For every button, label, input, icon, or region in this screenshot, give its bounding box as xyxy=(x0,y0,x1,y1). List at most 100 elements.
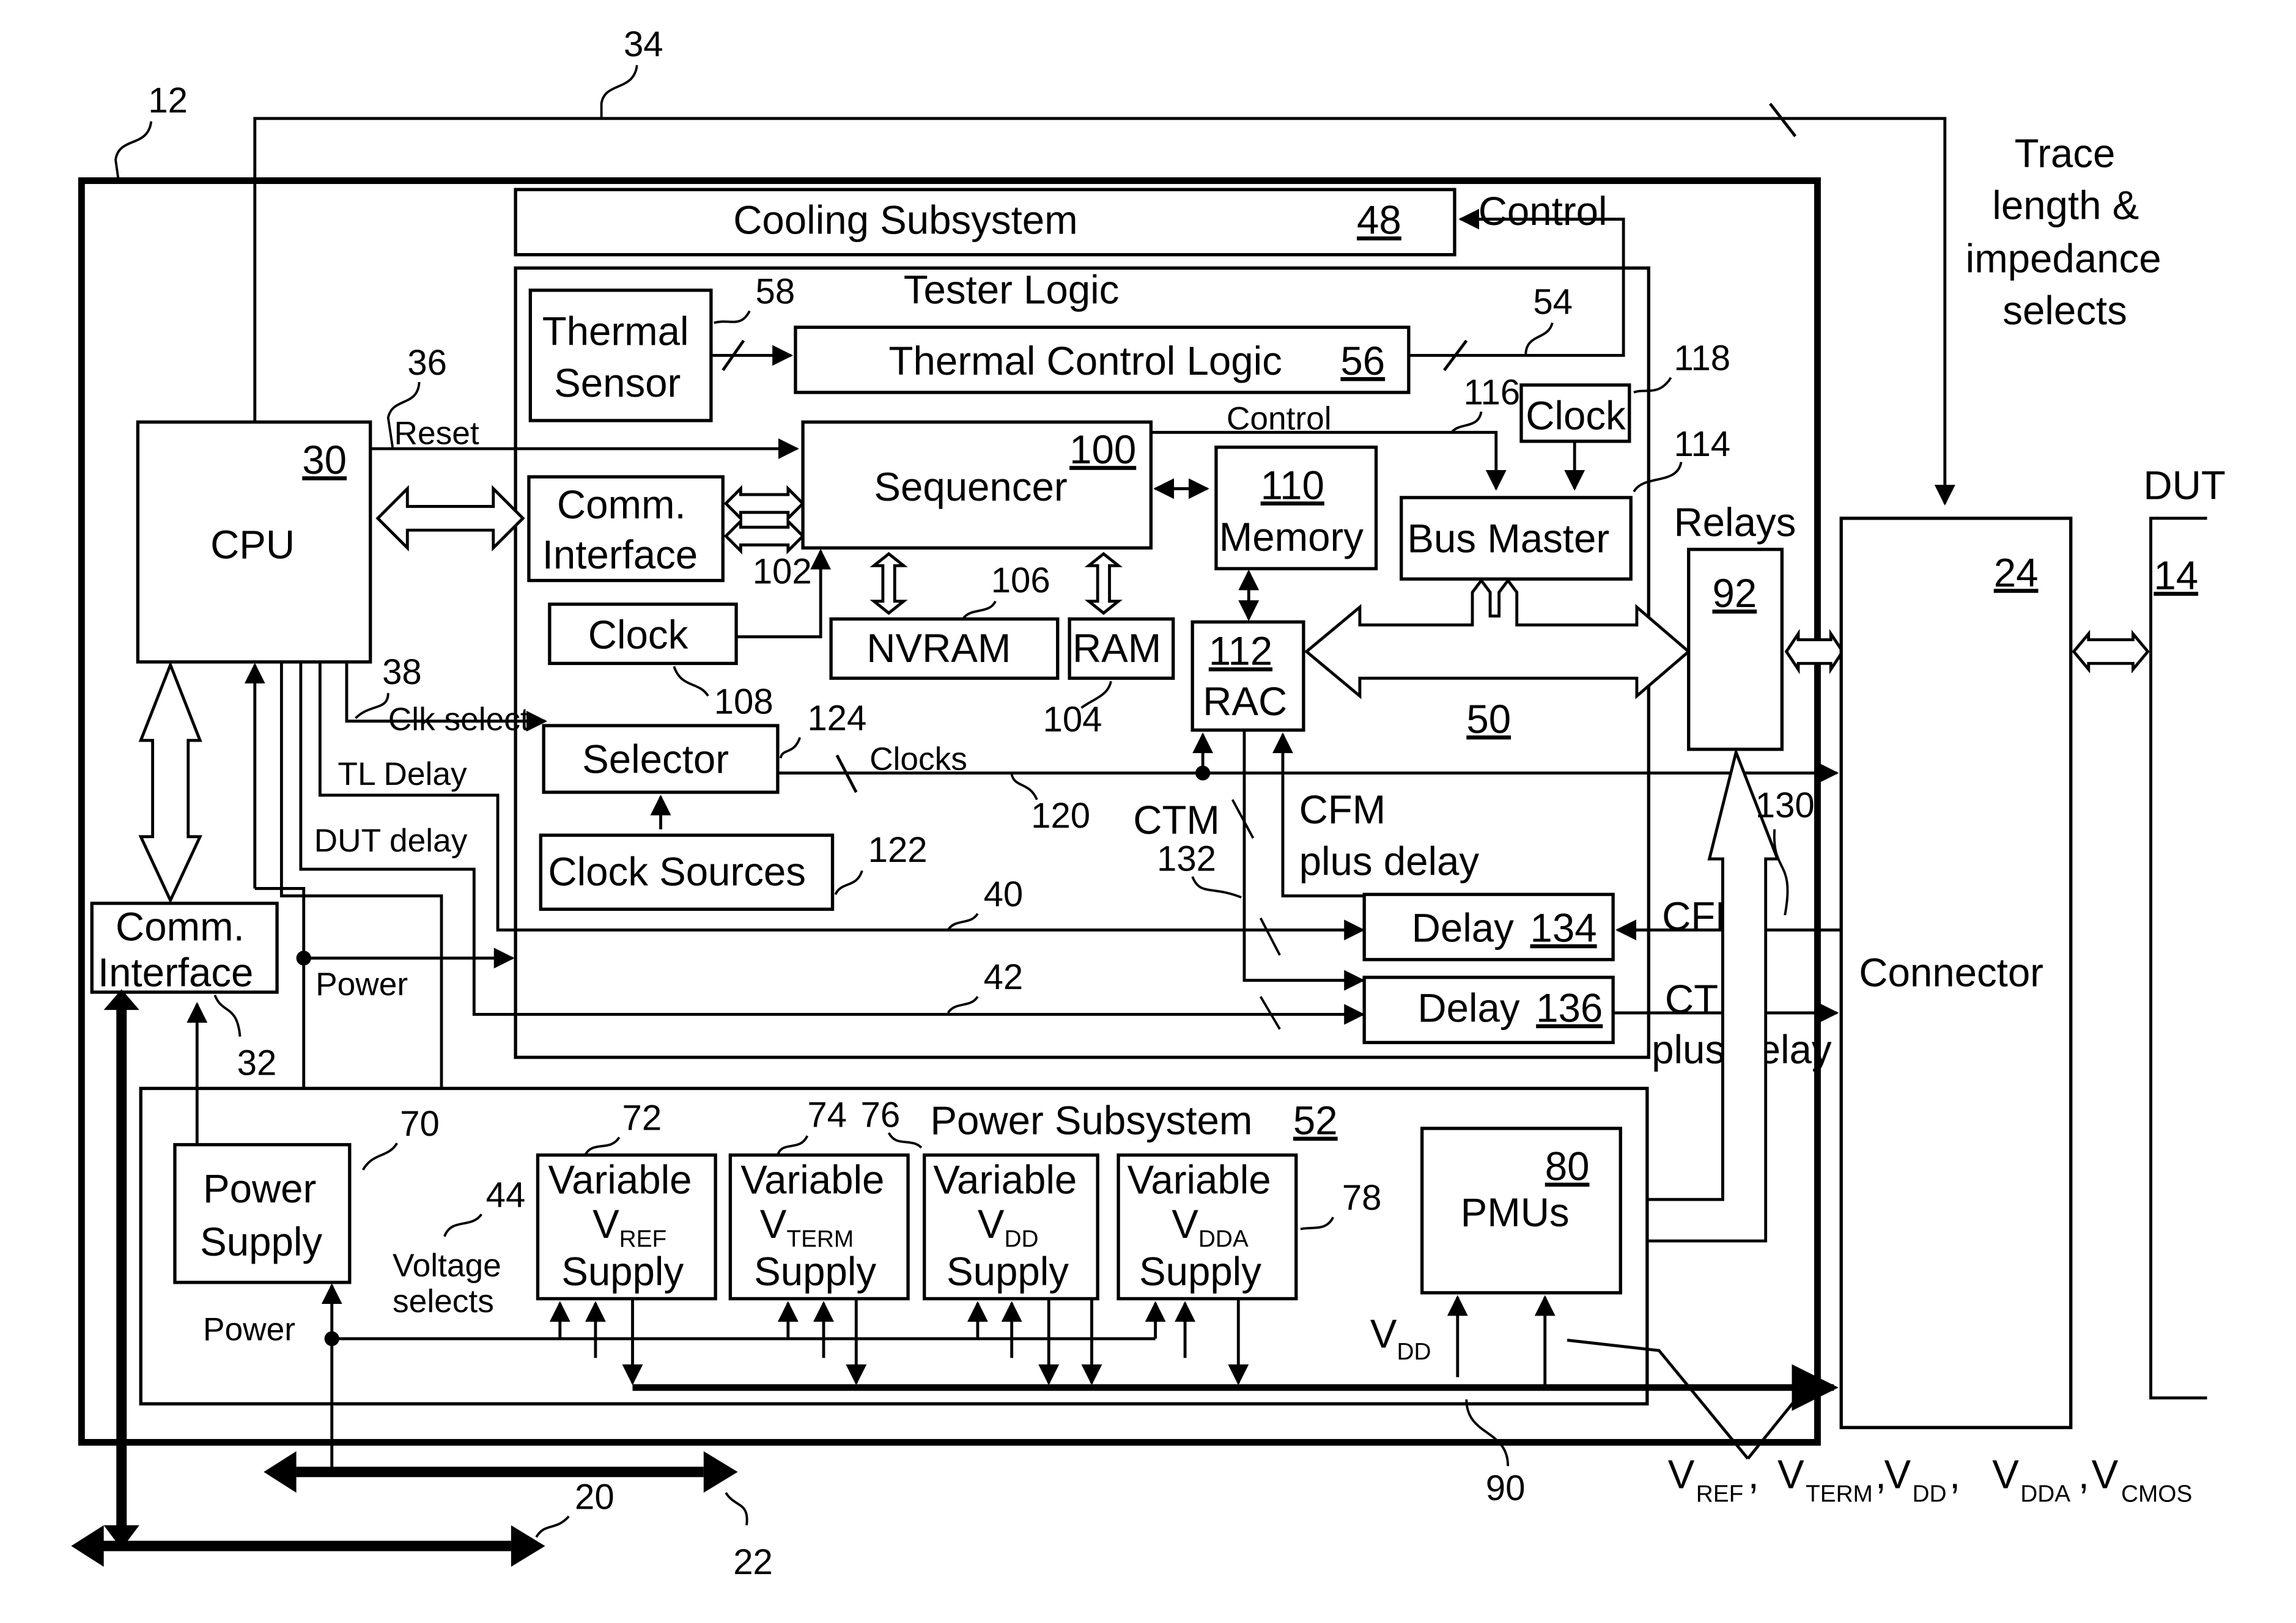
sequencer: Sequencer 100 xyxy=(801,420,1153,550)
diagram-label: 40 xyxy=(984,875,1024,915)
diagram-label: 102 xyxy=(753,551,812,591)
diagram-label: Delay xyxy=(1417,985,1519,1030)
diagram-label: 136 xyxy=(1536,985,1603,1030)
tester-block-diagram: Cooling Subsystem 48 Tester Logic 50 The… xyxy=(71,24,2226,1582)
comm-interface-outer: Comm. Interface xyxy=(90,902,279,995)
rac: 112 RAC xyxy=(1190,620,1305,732)
diagram-label: RAM xyxy=(1072,626,1161,671)
vref-supply: Variable V REF Supply xyxy=(536,1153,717,1301)
clock-bus-master: Clock xyxy=(1519,383,1631,443)
diagram-label: 100 xyxy=(1069,427,1136,472)
thermal-sensor: Thermal Sensor xyxy=(528,289,713,422)
diagram-label: V xyxy=(760,1202,787,1246)
diagram-label: Tester Logic xyxy=(904,268,1120,312)
diagram-label: 70 xyxy=(400,1104,440,1144)
vterm-supply: Variable V TERM Supply xyxy=(728,1153,910,1301)
diagram-label: 92 xyxy=(1712,571,1757,616)
rail-voltage-labels: V REF , V TERM , V DD , V DDA , V CMOS xyxy=(1668,1452,2193,1507)
diagram-label: Comm. xyxy=(557,482,686,527)
diagram-label: 38 xyxy=(382,652,422,692)
diagram-label: Power xyxy=(203,1166,316,1211)
diagram-label: TERM xyxy=(786,1226,854,1253)
clock-sources: Clock Sources xyxy=(539,833,835,911)
diagram-label: Thermal xyxy=(542,309,689,353)
vdda-supply: Variable V DDA Supply xyxy=(1117,1153,1298,1301)
diagram-label: 42 xyxy=(984,957,1024,997)
relays: Relays 92 xyxy=(1674,500,1796,751)
diagram-label: V xyxy=(1777,1452,1804,1497)
diagram-label: V xyxy=(1884,1452,1911,1497)
diagram-label: Sequencer xyxy=(874,465,1067,509)
diagram-label: 80 xyxy=(1545,1144,1590,1189)
diagram-label: 20 xyxy=(575,1477,615,1517)
diagram-label: DUT delay xyxy=(314,823,468,859)
cpu-comm-bus-arrow xyxy=(375,485,525,552)
diagram-label: 106 xyxy=(991,561,1050,600)
diagram-label: impedance xyxy=(1966,237,2161,281)
diagram-label: 14 xyxy=(2154,553,2198,598)
delay-134: Delay 134 xyxy=(1362,892,1615,962)
diagram-label: Variable xyxy=(740,1157,884,1202)
diagram-label: CTM xyxy=(1133,798,1220,842)
diagram-label: 24 xyxy=(1994,550,2039,595)
selector: Selector xyxy=(542,724,780,794)
diagram-label: 54 xyxy=(1533,282,1573,322)
diagram-label: DD xyxy=(1912,1481,1946,1507)
diagram-label: 34 xyxy=(624,24,663,64)
diagram-label: V xyxy=(592,1202,619,1246)
diagram-label: 122 xyxy=(868,830,928,870)
diagram-label: Supply xyxy=(1139,1249,1261,1294)
diagram-label: 12 xyxy=(148,81,188,120)
diagram-label: 78 xyxy=(1342,1178,1382,1218)
diagram-label: Memory xyxy=(1219,515,1364,559)
diagram-label: Power Subsystem xyxy=(930,1099,1252,1143)
diagram-label: Variable xyxy=(1128,1157,1271,1202)
diagram-label: Reset xyxy=(394,416,479,452)
diagram-label: 116 xyxy=(1463,372,1520,412)
diagram-label: Clocks xyxy=(869,742,967,778)
dut: DUT 14 xyxy=(2143,463,2226,1400)
diagram-label: DD xyxy=(1005,1226,1039,1253)
diagram-label: , xyxy=(1748,1452,1759,1497)
diagram-label: V xyxy=(1172,1202,1198,1246)
diagram-label: DD xyxy=(1397,1339,1431,1365)
diagram-label: 50 xyxy=(1466,697,1511,742)
diagram-label: NVRAM xyxy=(866,626,1011,671)
diagram-label: 30 xyxy=(302,438,347,482)
diagram-label: plus delay xyxy=(1299,839,1480,884)
diagram-label: Bus Master xyxy=(1407,517,1609,561)
diagram-label: 74 xyxy=(807,1095,847,1135)
diagram-label: 114 xyxy=(1674,424,1730,464)
diagram-label: RAC xyxy=(1203,679,1287,724)
diagram-label: Supply xyxy=(561,1249,684,1294)
diagram-label: V xyxy=(1668,1452,1695,1497)
diagram-label: V xyxy=(978,1202,1005,1246)
diagram-label: 90 xyxy=(1486,1468,1526,1508)
diagram-label: Sensor xyxy=(554,361,681,405)
diagram-label: CFM xyxy=(1299,787,1386,832)
diagram-label: Voltage xyxy=(393,1248,501,1284)
trace-select-label: Trace length & impedance selects xyxy=(1966,131,2161,333)
diagram-label: 108 xyxy=(714,682,773,722)
diagram-label: TL Delay xyxy=(338,756,467,792)
diagram-label: DDA xyxy=(1198,1226,1249,1253)
diagram-label: Comm. xyxy=(116,904,245,949)
diagram-label: REF xyxy=(1696,1481,1744,1507)
diagram-label: Supply xyxy=(200,1220,322,1264)
vdd-supply: Variable V DD Supply xyxy=(923,1153,1099,1301)
diagram-label: Supply xyxy=(947,1249,1069,1294)
diagram-label: 52 xyxy=(1293,1099,1338,1143)
diagram-label: 32 xyxy=(237,1043,277,1083)
diagram-label: Relays xyxy=(1674,500,1796,545)
diagram-label: CMOS xyxy=(2121,1481,2192,1507)
diagram-label: 134 xyxy=(1530,906,1596,951)
diagram-label: Supply xyxy=(754,1249,876,1294)
diagram-label: 22 xyxy=(733,1542,773,1582)
diagram-label: Clock xyxy=(1526,394,1626,438)
diagram-label: 118 xyxy=(1674,339,1730,378)
diagram-label: Interface xyxy=(542,532,698,577)
bus-master: Bus Master xyxy=(1400,496,1633,581)
diagram-label: 58 xyxy=(756,272,795,312)
diagram-label: Trace xyxy=(2015,131,2116,176)
diagram-label: Connector xyxy=(1859,950,2043,995)
